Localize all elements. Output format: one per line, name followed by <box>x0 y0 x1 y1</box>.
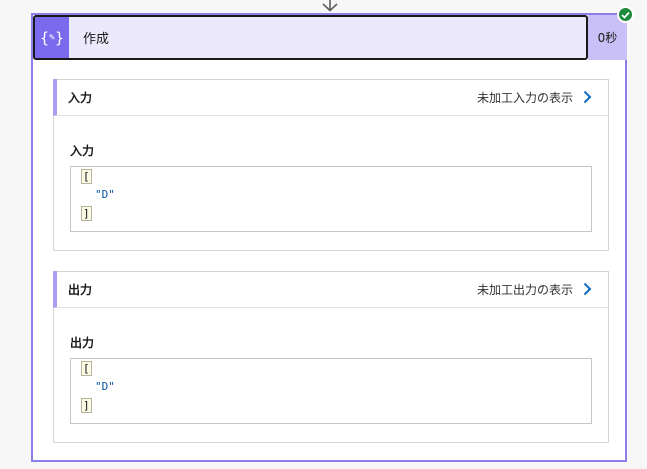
inputs-field-label: 入力 <box>70 144 95 158</box>
compose-braces-icon: {✎} <box>35 17 69 58</box>
action-header[interactable]: {✎} 作成 <box>33 15 588 60</box>
show-raw-outputs-link[interactable]: 未加工出力の表示 <box>477 281 592 298</box>
outputs-section-title: 出力 <box>68 282 93 297</box>
show-raw-inputs-link[interactable]: 未加工入力の表示 <box>477 89 592 106</box>
json-close-bracket: ] <box>81 398 92 413</box>
show-raw-inputs-label: 未加工入力の表示 <box>476 90 573 105</box>
json-open-bracket: [ <box>81 361 92 376</box>
success-check-icon <box>617 6 634 23</box>
outputs-field-label: 出力 <box>70 336 95 350</box>
inputs-section-title: 入力 <box>68 90 93 105</box>
outputs-section-header: 出力 未加工出力の表示 <box>53 271 608 308</box>
json-string-value: "D" <box>95 188 115 201</box>
inputs-json-box[interactable]: [ "D" ] <box>70 166 592 232</box>
action-title: 作成 <box>83 32 110 47</box>
outputs-json-box[interactable]: [ "D" ] <box>70 358 592 424</box>
show-raw-outputs-label: 未加工出力の表示 <box>476 282 573 297</box>
inputs-section-header: 入力 未加工入力の表示 <box>53 79 608 116</box>
json-string-value: "D" <box>95 380 115 393</box>
inputs-section: 入力 未加工入力の表示 入力 [ "D" ] <box>53 79 609 251</box>
json-open-bracket: [ <box>81 169 92 184</box>
chevron-right-icon <box>583 282 592 296</box>
connector-arrow-icon <box>322 0 338 12</box>
compose-action-card: {✎} 作成 0秒 入力 未加工入力の表示 入力 [ "D" ] 出力 未加工出… <box>31 13 627 462</box>
outputs-section: 出力 未加工出力の表示 出力 [ "D" ] <box>53 271 609 443</box>
json-close-bracket: ] <box>81 206 92 221</box>
chevron-right-icon <box>583 90 592 104</box>
